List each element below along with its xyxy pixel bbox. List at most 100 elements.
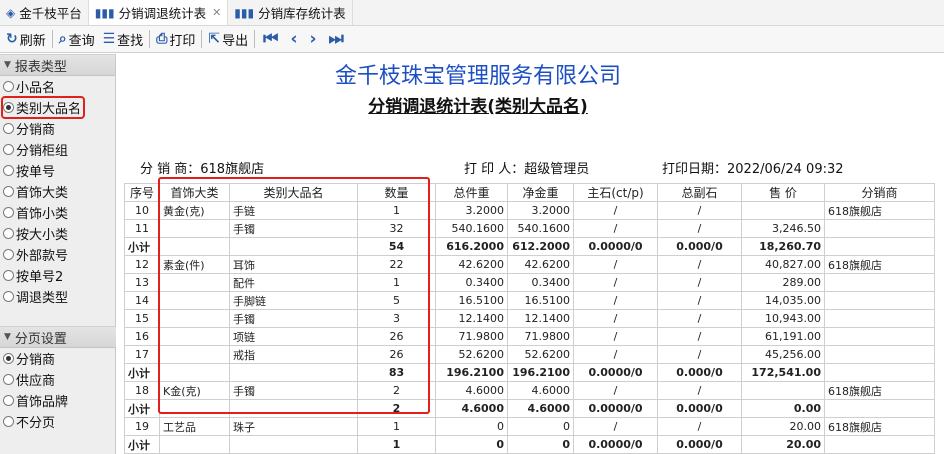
last-page-icon[interactable]: ⏭ [323, 29, 350, 49]
table-cell: 3 [357, 309, 436, 328]
table-row[interactable]: 16 项链 26 71.9800 71.9800//61,191.00 [124, 327, 935, 346]
tab-distribution-return-report[interactable]: ▮▮▮ 分销调退统计表 ✕ [88, 0, 229, 25]
radio-button[interactable] [3, 102, 14, 113]
find-button[interactable]: ☰ 查找 [99, 28, 148, 50]
table-row[interactable]: 18 K金(克) 手镯 2 4.6000 4.6000//618旗舰店 [124, 381, 935, 400]
pagination-option[interactable]: 不分页 [0, 411, 116, 432]
table-cell: 0.0000/0 [573, 399, 658, 418]
close-icon[interactable]: ✕ [212, 6, 221, 19]
column-header[interactable]: 总件重 [435, 183, 508, 202]
pagination-option[interactable]: 供应商 [0, 369, 116, 390]
column-header[interactable]: 首饰大类 [159, 183, 230, 202]
export-button[interactable]: ⇱ 导出 [204, 28, 252, 50]
table-cell: 4.6000 [507, 399, 574, 418]
radio-button[interactable] [3, 228, 14, 239]
column-header[interactable]: 序号 [124, 183, 160, 202]
subtotal-row[interactable]: 小计 54 616.2000 612.2000 0.0000/0 0.000/0 18,26… [124, 237, 935, 256]
query-button[interactable]: ⌕ 查询 [55, 28, 99, 50]
collapse-arrow-icon: ▼ [4, 60, 11, 70]
table-cell [159, 327, 230, 346]
table-row[interactable]: 11 手镯 32 540.1600 540.1600//3,246.50 [124, 219, 935, 238]
pagination-option[interactable]: 分销商 [0, 348, 116, 369]
column-header[interactable]: 数量 [357, 183, 436, 202]
pagination-option[interactable]: 首饰品牌 [0, 390, 116, 411]
report-type-option[interactable]: 按单号 [0, 160, 115, 181]
column-header[interactable]: 类别大品名 [229, 183, 358, 202]
table-cell: 0 [507, 417, 574, 436]
report-type-option[interactable]: 分销柜组 [0, 139, 115, 160]
report-type-option-label: 外部款号 [16, 249, 69, 264]
subtotal-row[interactable]: 小计 2 4.6000 4.6000 0.0000/0 0.000/0 0.00 [124, 399, 935, 418]
pagination-option-label: 供应商 [16, 374, 56, 389]
table-cell: 54 [357, 237, 436, 256]
table-cell: 13 [124, 273, 160, 292]
table-cell: 42.6200 [507, 255, 574, 274]
table-cell [159, 219, 230, 238]
radio-button[interactable] [3, 123, 14, 134]
report-type-option[interactable]: 小品名 [0, 76, 115, 97]
subtotal-row[interactable]: 小计 83 196.2100 196.2100 0.0000/0 0.000/0 172,5… [124, 363, 935, 382]
table-row[interactable]: 19 工艺品 珠子 1 0 0//20.00 618旗舰店 [124, 417, 935, 436]
report-type-option[interactable]: 类别大品名 [0, 96, 115, 119]
table-row[interactable]: 13 配件 1 0.3400 0.3400//289.00 [124, 273, 935, 292]
query-label: 查询 [68, 33, 95, 49]
report-type-option[interactable]: 首饰大类 [0, 181, 115, 202]
print-button[interactable]: ⎙ 打印 [152, 28, 199, 50]
pagination-header[interactable]: ▼ 分页设置 [0, 326, 116, 348]
report-type-header[interactable]: ▼ 报表类型 [0, 54, 115, 76]
radio-button[interactable] [3, 353, 14, 364]
radio-button[interactable] [3, 291, 14, 302]
toolbar: ↻ 刷新 ⌕ 查询 ☰ 查找 ⎙ 打印 ⇱ 导出 ⏮ ‹ › ⏭ [0, 26, 944, 53]
radio-button[interactable] [3, 416, 14, 427]
report-type-option[interactable]: 分销商 [0, 118, 115, 139]
table-cell: 0.0000/0 [573, 435, 658, 454]
radio-button[interactable] [3, 270, 14, 281]
table-cell: 612.2000 [507, 237, 574, 256]
tab-distribution-inventory-report[interactable]: ▮▮▮ 分销库存统计表 [228, 0, 353, 25]
radio-button[interactable] [3, 249, 14, 260]
radio-button[interactable] [3, 186, 14, 197]
report-type-option[interactable]: 首饰小类 [0, 202, 115, 223]
column-header[interactable]: 净金重 [507, 183, 574, 202]
table-cell: 0 [507, 435, 574, 454]
table-row[interactable]: 15 手镯 3 12.1400 12.1400//10,943.00 [124, 309, 935, 328]
radio-button[interactable] [3, 165, 14, 176]
refresh-icon: ↻ [6, 31, 18, 47]
report-type-option[interactable]: 按大小类 [0, 223, 115, 244]
radio-button[interactable] [3, 374, 14, 385]
table-cell: / [657, 291, 742, 310]
table-row[interactable]: 12 素金(件) 耳饰 22 42.6200 42.6200//40,827.00 618旗… [124, 255, 935, 274]
column-header[interactable]: 分销商 [824, 183, 935, 202]
report-type-option[interactable]: 调退类型 [0, 286, 115, 307]
prev-page-icon[interactable]: ‹ [284, 29, 303, 49]
subtotal-row[interactable]: 小计 1 0 0 0.0000/0 0.000/0 20.00 [124, 435, 935, 454]
radio-button[interactable] [3, 395, 14, 406]
next-page-icon[interactable]: › [303, 29, 322, 49]
table-cell: 手镯 [229, 309, 358, 328]
first-page-icon[interactable]: ⏮ [257, 29, 284, 49]
table-row[interactable]: 14 手脚链 5 16.5100 16.5100//14,035.00 [124, 291, 935, 310]
column-header[interactable]: 总副石 [657, 183, 742, 202]
distributor-label: 分 销 商：618旗舰店 [140, 162, 265, 177]
column-header[interactable]: 售 价 [741, 183, 825, 202]
table-cell: 0 [435, 435, 508, 454]
report-type-option[interactable]: 按单号2 [0, 265, 115, 286]
table-cell: 珠子 [229, 417, 358, 436]
tab-platform[interactable]: ◈ 金千枝平台 [0, 0, 89, 25]
radio-button[interactable] [3, 207, 14, 218]
table-cell: / [657, 219, 742, 238]
radio-button[interactable] [3, 81, 14, 92]
table-row[interactable]: 10 黄金(克) 手链 1 3.2000 3.2000//618旗舰店 [124, 201, 935, 220]
table-cell: 小计 [124, 363, 160, 382]
refresh-button[interactable]: ↻ 刷新 [2, 28, 50, 50]
radio-button[interactable] [3, 144, 14, 155]
table-cell: 手链 [229, 201, 358, 220]
table-row[interactable]: 17 戒指 26 52.6200 52.6200//45,256.00 [124, 345, 935, 364]
table-cell: 手镯 [229, 381, 358, 400]
table-cell [159, 345, 230, 364]
report-type-option[interactable]: 外部款号 [0, 244, 115, 265]
column-header[interactable]: 主石(ct/p) [573, 183, 658, 202]
table-cell: 616.2000 [435, 237, 508, 256]
table-cell: 4.6000 [435, 399, 508, 418]
table-cell: 3.2000 [507, 201, 574, 220]
